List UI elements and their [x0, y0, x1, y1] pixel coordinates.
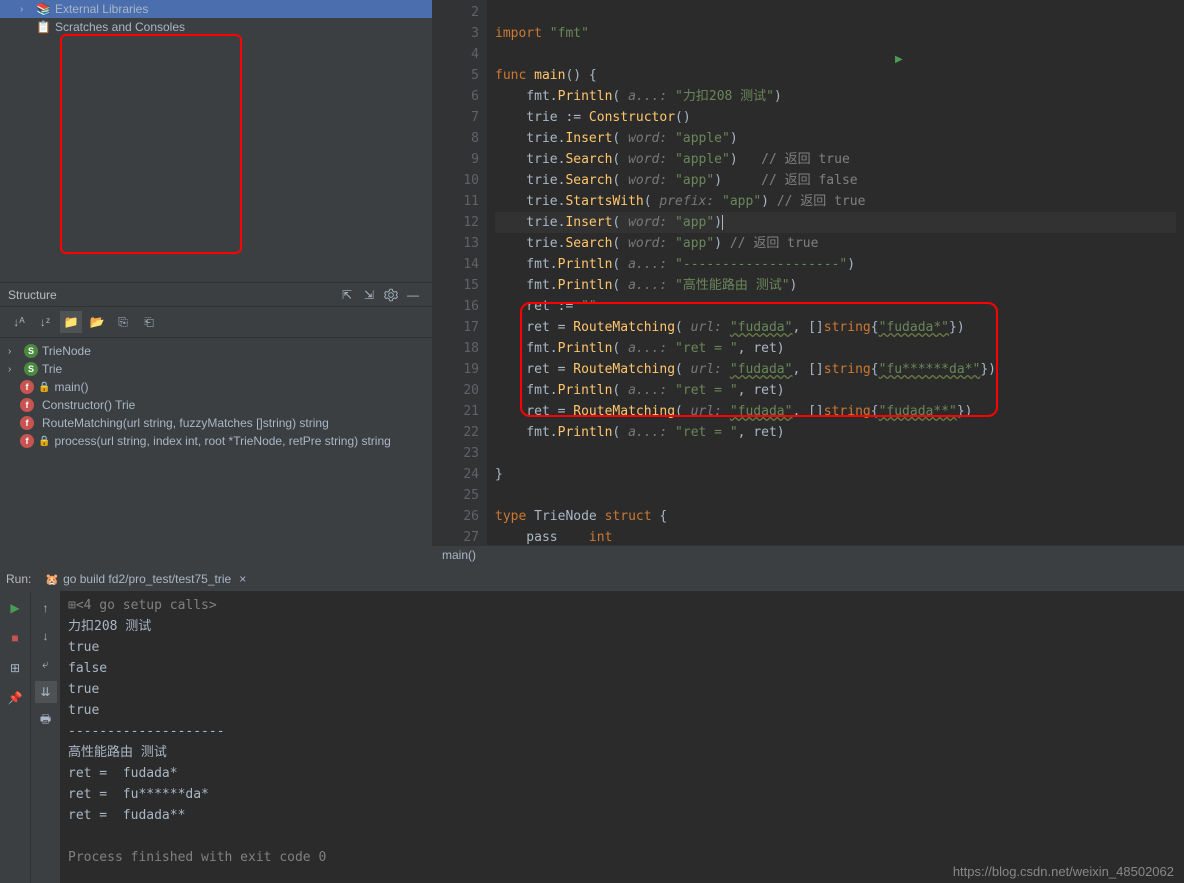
console-line: ret = fudada**: [68, 805, 1176, 826]
run-panel: Run: 🐹 go build fd2/pro_test/test75_trie…: [0, 567, 1184, 883]
chevron-right-icon: ›: [8, 346, 20, 357]
console-line: false: [68, 658, 1176, 679]
scrollbar[interactable]: [0, 557, 432, 567]
code-token: "fmt": [550, 26, 589, 41]
struct-label: process(url string, index int, root *Tri…: [54, 434, 390, 448]
sort-visibility-icon[interactable]: ↓ᶻ: [34, 311, 56, 333]
scratches-consoles[interactable]: 📋 Scratches and Consoles: [0, 18, 432, 36]
console-line: ret = fudada*: [68, 763, 1176, 784]
gear-icon[interactable]: [380, 284, 402, 306]
struct-item-constructor[interactable]: f Constructor() Trie: [0, 396, 432, 414]
struct-label: main(): [54, 380, 88, 394]
close-icon[interactable]: ×: [239, 572, 246, 586]
func-badge-icon: f: [20, 380, 34, 394]
struct-item-main[interactable]: f 🔒 main(): [0, 378, 432, 396]
func-badge-icon: f: [20, 398, 34, 412]
rerun-icon[interactable]: ▶: [4, 597, 26, 619]
project-tree: › 📚 External Libraries 📋 Scratches and C…: [0, 0, 432, 282]
tree-label: Scratches and Consoles: [55, 20, 185, 34]
run-toolbar-secondary: ↑ ↓ ⤶ ⇊ 🖶: [30, 591, 60, 883]
sort-alpha-icon[interactable]: ↓ᴬ: [8, 311, 30, 333]
chevron-right-icon: ›: [8, 364, 20, 375]
structure-toolbar: ↓ᴬ ↓ᶻ 📁 📂 ⎘ ⎗: [0, 307, 432, 338]
scratches-icon: 📋: [36, 20, 51, 34]
code-token: import: [495, 26, 542, 41]
code-area[interactable]: import "fmt" func main() { fmt.Println( …: [487, 0, 1184, 545]
run-label: Run:: [6, 572, 31, 586]
lock-icon: 🔒: [38, 436, 50, 447]
structure-title: Structure: [8, 288, 336, 302]
structure-panel: Structure ⇱ ⇲ — ↓ᴬ ↓ᶻ 📁 📂 ⎘ ⎗ › S TrieNo…: [0, 282, 432, 557]
up-icon[interactable]: ↑: [35, 597, 57, 619]
struct-label: Constructor() Trie: [42, 398, 135, 412]
struct-label: RouteMatching(url string, fuzzyMatches […: [42, 416, 329, 430]
go-icon: 🐹: [45, 573, 59, 586]
wrap-icon[interactable]: ⤶: [35, 653, 57, 675]
show-fields-icon[interactable]: 📁: [60, 311, 82, 333]
layout-icon[interactable]: ⊞: [4, 657, 26, 679]
breadcrumb[interactable]: main(): [432, 545, 1184, 567]
line-gutter: 2345678910111213141516171819202122232425…: [432, 0, 487, 545]
run-toolbar: ▶ ■ ⊞ 📌: [0, 591, 30, 883]
watermark: https://blog.csdn.net/weixin_48502062: [953, 864, 1174, 879]
collapse-icon[interactable]: ⇲: [358, 284, 380, 306]
console-line: true: [68, 679, 1176, 700]
lock-icon: 🔒: [38, 382, 50, 393]
scroll-icon[interactable]: ⇊: [35, 681, 57, 703]
struct-label: Trie: [42, 362, 62, 376]
console-output[interactable]: ⊞<4 go setup calls> 力扣208 测试 true false …: [60, 591, 1184, 883]
minimize-icon[interactable]: —: [402, 284, 424, 306]
structure-header: Structure ⇱ ⇲ —: [0, 283, 432, 307]
run-tab-label: go build fd2/pro_test/test75_trie: [63, 572, 231, 586]
code-editor[interactable]: 2345678910111213141516171819202122232425…: [432, 0, 1184, 545]
pin-icon[interactable]: 📌: [4, 687, 26, 709]
tree-label: External Libraries: [55, 2, 148, 16]
struct-item-trienode[interactable]: › S TrieNode: [0, 342, 432, 360]
console-line: true: [68, 637, 1176, 658]
autoscroll-icon[interactable]: ⎘: [112, 311, 134, 333]
console-line: true: [68, 700, 1176, 721]
left-panel: › 📚 External Libraries 📋 Scratches and C…: [0, 0, 432, 567]
library-icon: 📚: [36, 2, 51, 16]
console-line: --------------------: [68, 721, 1176, 742]
func-badge-icon: f: [20, 434, 34, 448]
autoscroll-from-icon[interactable]: ⎗: [138, 311, 160, 333]
struct-item-process[interactable]: f 🔒 process(url string, index int, root …: [0, 432, 432, 450]
console-line: ret = fu******da*: [68, 784, 1176, 805]
run-tab[interactable]: 🐹 go build fd2/pro_test/test75_trie ×: [39, 570, 252, 588]
print-icon[interactable]: 🖶: [35, 709, 57, 731]
chevron-right-icon: ›: [20, 4, 32, 15]
struct-badge-icon: S: [24, 344, 38, 358]
struct-item-routematching[interactable]: f RouteMatching(url string, fuzzyMatches…: [0, 414, 432, 432]
struct-badge-icon: S: [24, 362, 38, 376]
structure-list: › S TrieNode › S Trie f 🔒 main() f: [0, 338, 432, 454]
run-header: Run: 🐹 go build fd2/pro_test/test75_trie…: [0, 567, 1184, 591]
expand-icon[interactable]: ⇱: [336, 284, 358, 306]
stop-icon[interactable]: ■: [4, 627, 26, 649]
console-line: 高性能路由 测试: [68, 742, 1176, 763]
show-methods-icon[interactable]: 📂: [86, 311, 108, 333]
external-libraries[interactable]: › 📚 External Libraries: [0, 0, 432, 18]
struct-item-trie[interactable]: › S Trie: [0, 360, 432, 378]
editor-panel: 2345678910111213141516171819202122232425…: [432, 0, 1184, 567]
struct-label: TrieNode: [42, 344, 91, 358]
console-line: 力扣208 测试: [68, 616, 1176, 637]
down-icon[interactable]: ↓: [35, 625, 57, 647]
func-badge-icon: f: [20, 416, 34, 430]
